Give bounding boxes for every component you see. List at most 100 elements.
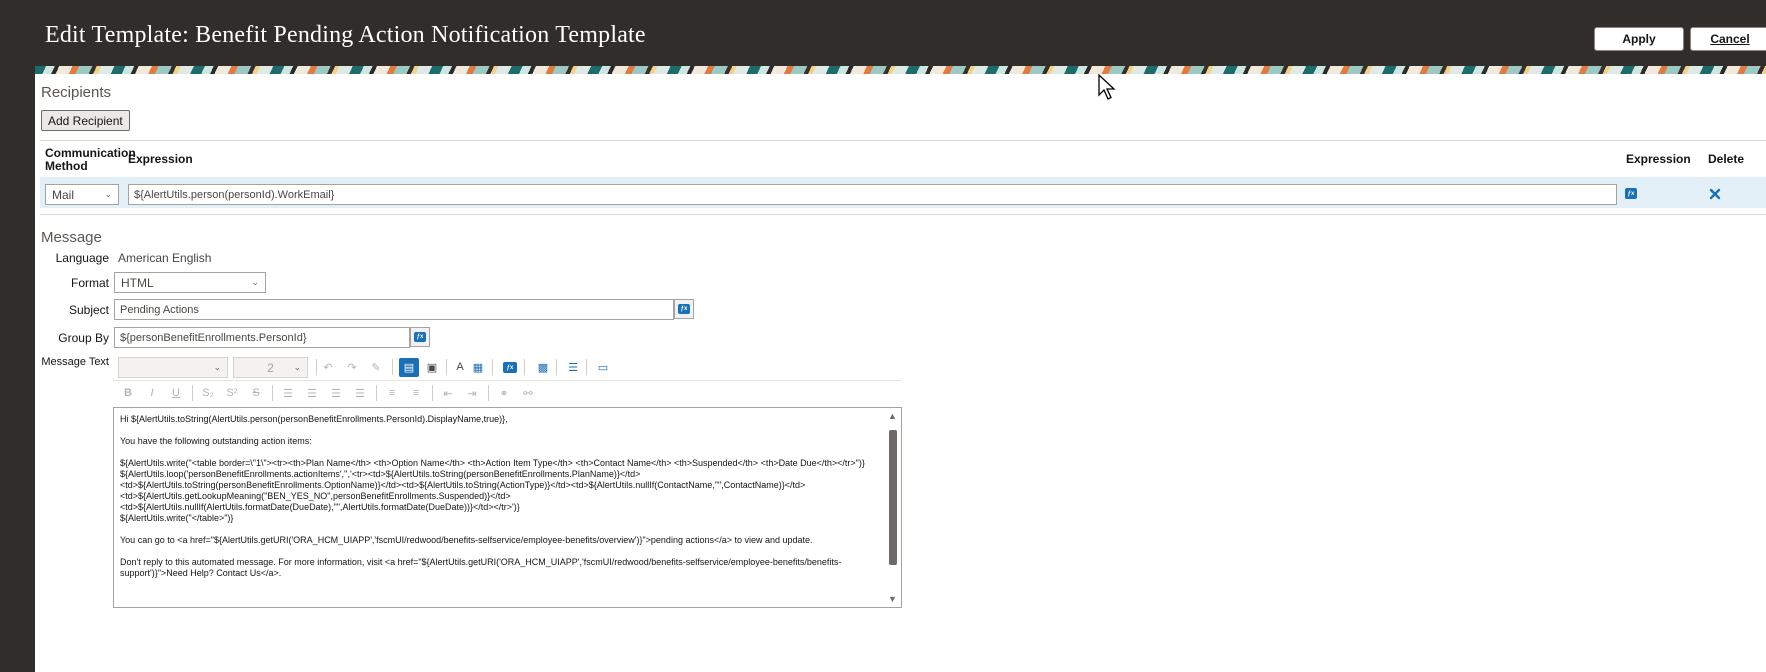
insert-image-icon[interactable]: ▩ — [535, 359, 551, 375]
scroll-thumb[interactable] — [889, 430, 897, 565]
outdent-icon[interactable]: ⇤ — [440, 385, 456, 401]
message-text-label: Message Text — [41, 356, 109, 368]
chevron-down-icon: ⌄ — [293, 362, 301, 372]
italic-icon[interactable]: I — [144, 385, 160, 401]
column-header-delete: Delete — [1708, 152, 1745, 166]
communication-method-value: Mail — [52, 187, 75, 202]
message-body-line: You have the following outstanding actio… — [120, 436, 312, 446]
column-header-communication-method: Communication Method — [45, 146, 136, 173]
format-select[interactable]: HTML ⌄ — [114, 272, 266, 293]
toolbar-separator — [586, 359, 587, 375]
text-color-icon[interactable]: A — [452, 359, 468, 375]
decorative-banner — [35, 66, 1766, 74]
message-body-line: Hi ${AlertUtils.toString(AlertUtils.pers… — [120, 414, 508, 424]
message-body-line: ${AlertUtils.write("</table>")} — [120, 513, 234, 523]
toolbar-separator — [272, 385, 273, 401]
message-body-line: ${AlertUtils.write("<table border=\"1\">… — [120, 458, 865, 468]
toolbar-separator — [432, 385, 433, 401]
strikethrough-icon[interactable]: S — [248, 385, 264, 401]
subject-expression-button[interactable]: ƒx — [674, 299, 694, 319]
message-body-line: You can go to <a href="${AlertUtils.getU… — [120, 535, 813, 545]
insert-list-icon[interactable]: ☰ — [565, 359, 581, 375]
insert-html-icon[interactable]: ▭ — [595, 359, 611, 375]
message-body-line: Don't reply to this automated message. F… — [120, 557, 842, 578]
numbered-list-icon[interactable]: ≡ — [408, 385, 424, 401]
rich-text-mode-icon[interactable]: ▤ — [399, 358, 419, 377]
align-right-icon[interactable]: ☰ — [328, 385, 344, 401]
redo-icon[interactable]: ↷ — [344, 359, 360, 375]
apply-button[interactable]: Apply — [1594, 27, 1684, 51]
page-header: Edit Template: Benefit Pending Action No… — [0, 0, 1766, 66]
toolbar-separator — [492, 359, 493, 375]
message-body-line — [120, 546, 882, 557]
message-body-line — [120, 425, 882, 436]
table-bottom-divider — [40, 214, 1766, 215]
toolbar-separator — [446, 359, 447, 375]
link-icon[interactable]: ⚭ — [496, 385, 512, 401]
subject-label: Subject — [68, 303, 109, 317]
font-family-select[interactable]: ⌄ — [118, 357, 228, 378]
message-body-line: ${AlertUtils.loop('personBenefitEnrollme… — [120, 469, 641, 479]
recipient-expression-input[interactable]: ${AlertUtils.person(personId).WorkEmail} — [128, 184, 1617, 205]
mouse-cursor-icon — [1098, 74, 1116, 100]
chevron-down-icon: ⌄ — [213, 362, 221, 372]
align-center-icon[interactable]: ☰ — [304, 385, 320, 401]
expression-builder-icon[interactable]: ƒx — [1625, 188, 1637, 199]
toolbar-separator — [192, 385, 193, 401]
scroll-down-icon[interactable]: ▼ — [888, 594, 897, 604]
expression-builder-icon: ƒx — [414, 332, 426, 342]
table-icon[interactable]: ▦ — [470, 359, 486, 375]
source-mode-icon[interactable]: ▣ — [424, 359, 440, 375]
align-left-icon[interactable]: ☰ — [280, 385, 296, 401]
bold-icon[interactable]: B — [120, 385, 136, 401]
editor-scrollbar[interactable]: ▲ ▼ — [885, 408, 901, 607]
column-header-expression: Expression — [128, 152, 193, 166]
cancel-button[interactable]: Cancel — [1690, 27, 1766, 51]
indent-icon[interactable]: ⇥ — [464, 385, 480, 401]
bulleted-list-icon[interactable]: ≡ — [384, 385, 400, 401]
group-by-input[interactable]: ${personBenefitEnrollments.PersonId} — [114, 327, 410, 348]
format-value: HTML — [121, 275, 154, 290]
language-label: Language — [55, 251, 109, 265]
recipients-section-title: Recipients — [41, 84, 112, 101]
message-body-line — [120, 447, 882, 458]
toolbar-divider — [113, 380, 902, 381]
toolbar-separator — [316, 359, 317, 375]
clear-format-icon[interactable]: ✎ — [368, 359, 384, 375]
font-size-select[interactable]: 2 ⌄ — [233, 357, 308, 378]
scroll-up-icon[interactable]: ▲ — [888, 411, 897, 421]
message-body-line: <td>${AlertUtils.getLookupMeaning("BEN_Y… — [120, 491, 511, 501]
unlink-icon[interactable]: ⚯ — [520, 385, 536, 401]
group-by-expression-button[interactable]: ƒx — [410, 327, 430, 347]
insert-expression-icon[interactable]: ƒx — [503, 362, 517, 373]
message-body[interactable]: Hi ${AlertUtils.toString(AlertUtils.pers… — [120, 414, 882, 579]
communication-method-select[interactable]: Mail ⌄ — [45, 184, 119, 205]
chevron-down-icon: ⌄ — [104, 189, 112, 199]
undo-icon[interactable]: ↶ — [320, 359, 336, 375]
group-by-label: Group By — [58, 331, 109, 345]
left-border-strip — [0, 66, 35, 672]
toolbar-separator — [392, 359, 393, 375]
toolbar-separator — [556, 359, 557, 375]
message-body-line: <td>${AlertUtils.nullIf(AlertUtils.forma… — [120, 502, 520, 512]
table-top-divider — [40, 140, 1766, 141]
message-body-line — [120, 524, 882, 535]
toolbar-separator — [488, 385, 489, 401]
message-section-title: Message — [41, 229, 102, 246]
expression-builder-icon: ƒx — [678, 304, 690, 314]
chevron-down-icon: ⌄ — [251, 277, 259, 287]
column-header-expression-builder: Expression — [1626, 152, 1691, 166]
subject-input[interactable]: Pending Actions — [114, 299, 674, 320]
language-value: American English — [118, 251, 212, 265]
delete-icon[interactable] — [1709, 188, 1721, 200]
underline-icon[interactable]: U — [168, 385, 184, 401]
format-label: Format — [70, 276, 109, 290]
subscript-icon[interactable]: S₂ — [200, 385, 216, 401]
add-recipient-button[interactable]: Add Recipient — [41, 110, 130, 131]
message-body-line: <td>${AlertUtils.toString(personBenefitE… — [120, 480, 806, 490]
superscript-icon[interactable]: S² — [224, 385, 240, 401]
message-text-editor[interactable]: Hi ${AlertUtils.toString(AlertUtils.pers… — [113, 407, 902, 608]
align-justify-icon[interactable]: ☰ — [352, 385, 368, 401]
page-title: Edit Template: Benefit Pending Action No… — [45, 22, 646, 48]
toolbar-separator — [524, 359, 525, 375]
